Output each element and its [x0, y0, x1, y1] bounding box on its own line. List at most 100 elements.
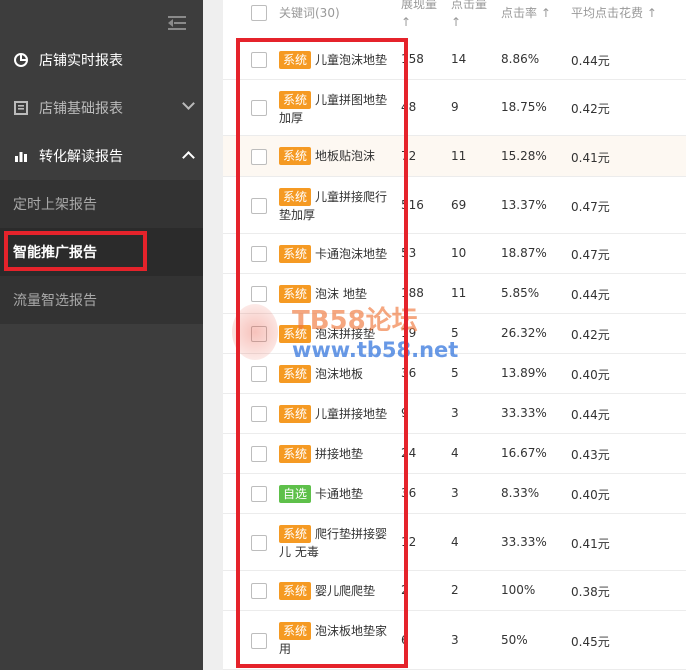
- keyword-source-tag: 系统: [279, 365, 312, 383]
- keyword-source-tag: 自选: [279, 485, 312, 503]
- header-clicks[interactable]: 点击量: [451, 0, 487, 12]
- row-checkbox[interactable]: [251, 286, 267, 302]
- divider-strip: [203, 0, 223, 670]
- collapse-sidebar-icon[interactable]: [168, 14, 188, 32]
- table-row[interactable]: 系统 泡沫 地垫 188 11 5.85% 0.44元: [223, 274, 686, 314]
- avg-cost-cell: 0.40元: [571, 368, 610, 382]
- sub-item-label: 智能推广报告: [13, 245, 97, 261]
- keyword-source-tag: 系统: [279, 525, 312, 543]
- row-checkbox[interactable]: [251, 198, 267, 214]
- sort-arrow-icon[interactable]: ↑: [451, 15, 461, 29]
- row-checkbox[interactable]: [251, 149, 267, 165]
- impressions-cell: 2: [401, 583, 409, 597]
- keyword-text: 泡沫拼接垫: [315, 327, 376, 341]
- avg-cost-cell: 0.44元: [571, 288, 610, 302]
- table-row[interactable]: 系统 儿童拼接地垫 9 3 33.33% 0.44元: [223, 394, 686, 434]
- avg-cost-cell: 0.45元: [571, 635, 610, 649]
- table-row[interactable]: 系统 泡沫拼接垫 19 5 26.32% 0.42元: [223, 314, 686, 354]
- keyword-text: 婴儿爬爬垫: [315, 584, 376, 598]
- table-row[interactable]: 系统 拼接地垫 24 4 16.67% 0.43元: [223, 434, 686, 474]
- table-row[interactable]: 系统 地板贴泡沫 72 11 15.28% 0.41元: [223, 136, 686, 177]
- keyword-source-tag: 系统: [279, 405, 312, 423]
- ctr-cell: 8.86%: [501, 52, 540, 66]
- keyword-text: 卡通地垫: [315, 487, 364, 501]
- table-row[interactable]: 自选 卡通地垫 36 3 8.33% 0.40元: [223, 474, 686, 514]
- ctr-cell: 26.32%: [501, 326, 547, 340]
- ctr-cell: 5.85%: [501, 286, 540, 300]
- keyword-cell: 系统 儿童拼接地垫: [279, 405, 397, 423]
- bar-chart-icon: [14, 149, 28, 163]
- row-checkbox[interactable]: [251, 326, 267, 342]
- row-checkbox[interactable]: [251, 446, 267, 462]
- keyword-table: 关键词(30) 展现量 ↑ 点击量 ↑ 点击率 ↑ 平均点击花费 ↑ 系统 儿童泡…: [223, 0, 686, 670]
- row-checkbox[interactable]: [251, 583, 267, 599]
- keyword-source-tag: 系统: [279, 582, 312, 600]
- row-checkbox[interactable]: [251, 100, 267, 116]
- clicks-cell: 10: [451, 246, 467, 260]
- row-checkbox[interactable]: [251, 366, 267, 382]
- sub-item-traffic-select-report[interactable]: 流量智选报告: [0, 276, 203, 324]
- avg-cost-cell: 0.44元: [571, 54, 610, 68]
- table-row[interactable]: 系统 泡沫板地垫家用 6 3 50% 0.45元: [223, 611, 686, 670]
- keyword-cell: 系统 泡沫板地垫家用: [279, 622, 397, 658]
- nav-item-label: 转化解读报告: [39, 149, 123, 165]
- table-row[interactable]: 系统 儿童泡沫地垫 158 14 8.86% 0.44元: [223, 40, 686, 80]
- table-row[interactable]: 系统 卡通泡沫地垫 53 10 18.87% 0.47元: [223, 234, 686, 274]
- ctr-cell: 18.75%: [501, 100, 547, 114]
- row-checkbox[interactable]: [251, 406, 267, 422]
- row-checkbox[interactable]: [251, 535, 267, 551]
- sub-item-label: 定时上架报告: [13, 197, 97, 213]
- header-avg-cost[interactable]: 平均点击花费 ↑: [571, 4, 657, 21]
- sort-arrow-icon[interactable]: ↑: [401, 15, 411, 29]
- table-row[interactable]: 系统 儿童拼图地垫加厚 48 9 18.75% 0.42元: [223, 80, 686, 136]
- ctr-cell: 13.37%: [501, 198, 547, 212]
- impressions-cell: 53: [401, 246, 417, 260]
- sort-arrow-icon[interactable]: ↑: [541, 6, 551, 20]
- table-row[interactable]: 系统 泡沫地板 36 5 13.89% 0.40元: [223, 354, 686, 394]
- ctr-cell: 33.33%: [501, 406, 547, 420]
- sub-item-scheduled-listing-report[interactable]: 定时上架报告: [0, 180, 203, 228]
- avg-cost-cell: 0.43元: [571, 448, 610, 462]
- nav-item-conversion-report[interactable]: 转化解读报告: [0, 132, 203, 180]
- nav-item-label: 店铺实时报表: [39, 53, 123, 69]
- keyword-cell: 自选 卡通地垫: [279, 485, 397, 503]
- header-ctr[interactable]: 点击率 ↑: [501, 4, 551, 21]
- impressions-cell: 188: [401, 286, 424, 300]
- avg-cost-cell: 0.44元: [571, 408, 610, 422]
- impressions-cell: 19: [401, 326, 417, 340]
- table-row[interactable]: 系统 儿童拼接爬行垫加厚 516 69 13.37% 0.47元: [223, 177, 686, 234]
- sub-item-smart-promotion-report[interactable]: 智能推广报告: [0, 228, 203, 276]
- clicks-cell: 4: [451, 535, 459, 549]
- keyword-source-tag: 系统: [279, 325, 312, 343]
- row-checkbox[interactable]: [251, 633, 267, 649]
- clicks-cell: 14: [451, 52, 467, 66]
- keyword-cell: 系统 泡沫拼接垫: [279, 325, 397, 343]
- impressions-cell: 9: [401, 406, 409, 420]
- impressions-cell: 516: [401, 198, 424, 212]
- avg-cost-cell: 0.41元: [571, 151, 610, 165]
- nav-item-basic-report[interactable]: 店铺基础报表: [0, 84, 203, 132]
- select-all-checkbox[interactable]: [251, 5, 267, 21]
- row-checkbox[interactable]: [251, 52, 267, 68]
- keyword-cell: 系统 儿童拼图地垫加厚: [279, 91, 397, 127]
- keyword-cell: 系统 儿童拼接爬行垫加厚: [279, 188, 397, 224]
- row-checkbox[interactable]: [251, 486, 267, 502]
- sub-item-label: 流量智选报告: [13, 293, 97, 309]
- nav-item-realtime-report[interactable]: 店铺实时报表: [0, 36, 203, 84]
- sort-arrow-icon[interactable]: ↑: [647, 6, 657, 20]
- keyword-text: 地板贴泡沫: [315, 149, 376, 163]
- pie-chart-icon: [14, 53, 28, 67]
- impressions-cell: 6: [401, 633, 409, 647]
- keyword-source-tag: 系统: [279, 147, 312, 165]
- avg-cost-cell: 0.38元: [571, 585, 610, 599]
- row-checkbox[interactable]: [251, 246, 267, 262]
- header-impressions[interactable]: 展现量: [401, 0, 437, 12]
- keyword-source-tag: 系统: [279, 91, 312, 109]
- table-row[interactable]: 系统 爬行垫拼接婴儿 无毒 12 4 33.33% 0.41元: [223, 514, 686, 571]
- ctr-cell: 15.28%: [501, 149, 547, 163]
- impressions-cell: 24: [401, 446, 417, 460]
- keyword-text: 拼接地垫: [315, 447, 364, 461]
- header-keyword[interactable]: 关键词(30): [279, 4, 340, 21]
- table-row[interactable]: 系统 婴儿爬爬垫 2 2 100% 0.38元: [223, 571, 686, 611]
- ctr-cell: 8.33%: [501, 486, 540, 500]
